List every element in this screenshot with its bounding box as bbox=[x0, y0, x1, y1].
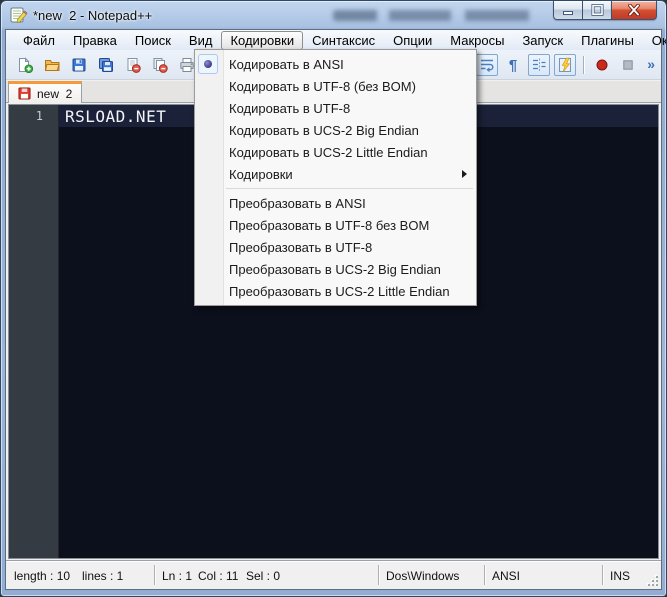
save-icon bbox=[72, 58, 86, 72]
status-lines: lines : 1 bbox=[82, 569, 124, 583]
menu-encoding[interactable]: Кодировки bbox=[221, 30, 304, 50]
function-list-icon bbox=[559, 57, 571, 73]
menu-item-encode-ansi[interactable]: Кодировать в ANSI bbox=[195, 53, 476, 75]
menu-edit[interactable]: Правка bbox=[64, 31, 126, 50]
status-line: Ln : 1 bbox=[162, 569, 193, 583]
status-divider bbox=[378, 565, 379, 585]
menu-item-encode-utf8[interactable]: Кодировать в UTF-8 bbox=[195, 97, 476, 119]
indent-guide-button[interactable] bbox=[528, 54, 550, 76]
status-length: length : 10 bbox=[14, 569, 71, 583]
status-divider bbox=[602, 565, 603, 585]
menu-run[interactable]: Запуск bbox=[513, 31, 572, 50]
window-title: *new 2 - Notepad++ bbox=[33, 7, 153, 23]
tab-label: new 2 bbox=[37, 86, 73, 101]
maximize-button[interactable] bbox=[583, 1, 611, 20]
status-bar: length : 10 lines : 1 Ln : 1 Col : 11 Se… bbox=[6, 560, 661, 589]
blurred-watermark bbox=[333, 10, 561, 21]
menu-plugins[interactable]: Плагины bbox=[572, 31, 643, 50]
document-text: RSLOAD.NET bbox=[65, 106, 167, 126]
notepad-window: *new 2 - Notepad++ Файл Правка Поиск Вид… bbox=[0, 0, 667, 597]
status-column: Col : 11 bbox=[198, 569, 239, 583]
menu-settings[interactable]: Опции bbox=[384, 31, 441, 50]
minimize-button[interactable] bbox=[553, 1, 583, 20]
menu-search[interactable]: Поиск bbox=[126, 31, 180, 50]
menu-language[interactable]: Синтаксис bbox=[303, 31, 384, 50]
indent-guide-icon bbox=[533, 58, 546, 72]
notepadpp-app-icon bbox=[10, 7, 28, 23]
menu-macro[interactable]: Макросы bbox=[441, 31, 513, 50]
open-folder-icon bbox=[44, 60, 60, 71]
record-macro-button[interactable] bbox=[591, 54, 613, 76]
title-bar[interactable]: *new 2 - Notepad++ bbox=[1, 1, 666, 29]
menu-item-encode-ucs2-le[interactable]: Кодировать в UCS-2 Little Endian bbox=[195, 141, 476, 163]
menu-separator bbox=[226, 188, 473, 189]
record-macro-icon bbox=[596, 59, 608, 71]
stop-macro-button[interactable] bbox=[617, 54, 639, 76]
status-insert-mode: INS bbox=[610, 569, 631, 583]
new-file-icon bbox=[19, 57, 33, 73]
close-document-toolbar-button[interactable] bbox=[122, 54, 144, 76]
menu-window[interactable]: Окна bbox=[643, 31, 666, 50]
encodings-dropdown-menu: Кодировать в ANSI Кодировать в UTF-8 (бе… bbox=[194, 49, 477, 306]
print-icon bbox=[180, 58, 194, 72]
save-all-button[interactable] bbox=[95, 54, 117, 76]
toolbar-overflow-chevron[interactable]: » bbox=[647, 56, 655, 72]
function-list-button[interactable] bbox=[554, 54, 576, 76]
menu-file[interactable]: Файл bbox=[14, 31, 64, 50]
menu-item-encode-utf8-no-bom[interactable]: Кодировать в UTF-8 (без BOM) bbox=[195, 75, 476, 97]
toolbar-separator bbox=[583, 56, 584, 74]
menu-item-encode-ucs2-be[interactable]: Кодировать в UCS-2 Big Endian bbox=[195, 119, 476, 141]
menu-item-convert-utf8[interactable]: Преобразовать в UTF-8 bbox=[195, 236, 476, 258]
status-selection: Sel : 0 bbox=[246, 569, 281, 583]
menu-item-convert-ucs2-le[interactable]: Преобразовать в UCS-2 Little Endian bbox=[195, 280, 476, 302]
word-wrap-icon bbox=[481, 59, 494, 73]
menu-bar: Файл Правка Поиск Вид Кодировки Синтакси… bbox=[6, 30, 666, 50]
save-all-icon bbox=[99, 58, 113, 72]
unsaved-file-icon bbox=[18, 87, 31, 100]
close-all-button[interactable] bbox=[149, 54, 171, 76]
resize-grip[interactable] bbox=[646, 574, 659, 587]
close-icon bbox=[628, 4, 640, 16]
close-button[interactable] bbox=[611, 1, 657, 20]
menu-item-convert-utf8-no-bom[interactable]: Преобразовать в UTF-8 без BOM bbox=[195, 214, 476, 236]
tab-new-2[interactable]: new 2 bbox=[8, 81, 83, 103]
word-wrap-button[interactable] bbox=[476, 54, 498, 76]
close-all-icon bbox=[153, 58, 168, 73]
menu-view[interactable]: Вид bbox=[180, 31, 222, 50]
status-eol-format: Dos\Windows bbox=[386, 569, 460, 583]
line-number: 1 bbox=[35, 109, 43, 123]
status-divider bbox=[154, 565, 155, 585]
close-document-icon bbox=[127, 58, 141, 73]
maximize-icon bbox=[591, 4, 603, 16]
status-divider bbox=[484, 565, 485, 585]
save-button[interactable] bbox=[68, 54, 90, 76]
open-file-button[interactable] bbox=[41, 54, 63, 76]
minimize-icon bbox=[563, 11, 573, 15]
window-controls bbox=[553, 1, 657, 20]
menu-item-convert-ucs2-be[interactable]: Преобразовать в UCS-2 Big Endian bbox=[195, 258, 476, 280]
line-number-gutter: 1 bbox=[9, 105, 59, 558]
menu-item-character-sets[interactable]: Кодировки bbox=[195, 163, 476, 185]
pilcrow-icon: ¶ bbox=[508, 56, 518, 74]
client-area: Файл Правка Поиск Вид Кодировки Синтакси… bbox=[5, 29, 666, 590]
new-file-button[interactable] bbox=[14, 54, 36, 76]
radio-checked-icon bbox=[198, 54, 218, 74]
show-all-characters-button[interactable]: ¶ bbox=[502, 54, 524, 76]
submenu-arrow-icon bbox=[462, 170, 467, 178]
menu-item-convert-ansi[interactable]: Преобразовать в ANSI bbox=[195, 192, 476, 214]
status-encoding: ANSI bbox=[492, 569, 521, 583]
stop-macro-icon bbox=[623, 60, 633, 70]
